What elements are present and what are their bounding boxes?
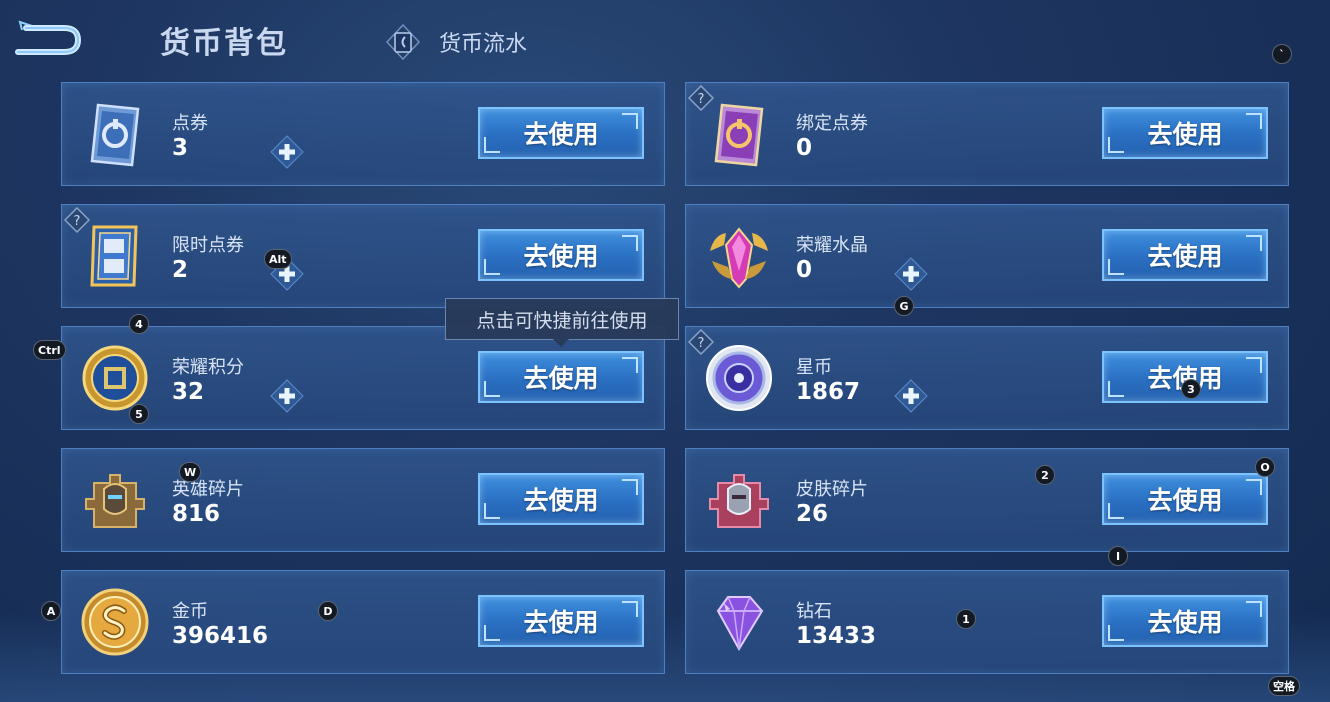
key-hint-badge: G (894, 296, 914, 316)
currency-card-hero-fragment: 英雄碎片 816 去使用 (61, 448, 665, 552)
currency-name: 限时点券 (172, 235, 244, 256)
key-hint-badge: A (41, 601, 61, 621)
currency-count: 1867 (796, 379, 861, 405)
diamond-icon (716, 596, 764, 651)
add-plus-icon[interactable] (270, 135, 304, 169)
key-hint-badge: I (1108, 546, 1128, 566)
key-hint-badge: 5 (129, 404, 149, 424)
use-button[interactable]: 去使用 (478, 107, 644, 159)
star-coin-icon (706, 345, 772, 411)
currency-name: 星币 (796, 357, 832, 378)
key-hint-badge: D (318, 601, 338, 621)
page-title: 货币背包 (160, 26, 288, 61)
coupon-card-icon (90, 103, 140, 167)
use-button[interactable]: 去使用 (1102, 107, 1268, 159)
currency-card-bound-coupon: ? 绑定点券 0 去使用 (685, 82, 1289, 186)
gold-coin-icon (81, 588, 149, 656)
currency-name: 点券 (172, 113, 208, 134)
currency-card-skin-fragment: 皮肤碎片 26 去使用 (685, 448, 1289, 552)
key-hint-badge: 2 (1035, 465, 1055, 485)
ledger-icon (385, 24, 421, 60)
currency-name: 皮肤碎片 (796, 479, 868, 500)
use-button[interactable]: 去使用 (478, 229, 644, 281)
currency-name: 绑定点券 (796, 113, 868, 134)
use-button[interactable]: 去使用 (1102, 473, 1268, 525)
currency-count: 2 (172, 257, 189, 283)
currency-card-coupon: 点券 3 去使用 (61, 82, 665, 186)
currency-history-link[interactable]: 货币流水 (385, 22, 527, 62)
key-hint-badge: 空格 (1268, 676, 1300, 696)
glory-crystal-icon (710, 227, 768, 289)
limited-coupon-icon (90, 225, 138, 287)
use-button[interactable]: 去使用 (1102, 229, 1268, 281)
currency-card-gold-coin: 金币 396416 去使用 (61, 570, 665, 674)
tooltip-arrow (552, 338, 570, 347)
use-button[interactable]: 去使用 (478, 595, 644, 647)
currency-count: 26 (796, 501, 829, 527)
currency-card-glory-points: 荣耀积分 32 去使用 (61, 326, 665, 430)
currency-count: 13433 (796, 623, 877, 649)
key-hint-badge: Alt (264, 249, 292, 269)
key-hint-badge: W (179, 462, 202, 482)
currency-count: 0 (796, 135, 813, 161)
currency-name: 荣耀积分 (172, 357, 244, 378)
currency-count: 3 (172, 135, 189, 161)
currency-count: 396416 (172, 623, 269, 649)
use-button[interactable]: 去使用 (478, 473, 644, 525)
use-button[interactable]: 去使用 (478, 351, 644, 403)
hero-fragment-icon (85, 474, 145, 528)
currency-card-limited-coupon: ? 限时点券 2 去使用 (61, 204, 665, 308)
currency-card-diamond: 钻石 13433 去使用 (685, 570, 1289, 674)
currency-card-glory-crystal: 荣耀水晶 0 去使用 (685, 204, 1289, 308)
key-hint-badge: Ctrl (33, 340, 66, 360)
back-arrow-icon[interactable] (12, 20, 84, 60)
skin-fragment-icon (709, 474, 769, 528)
add-plus-icon[interactable] (894, 257, 928, 291)
glory-points-icon (82, 345, 148, 411)
add-plus-icon[interactable] (894, 379, 928, 413)
key-hint-badge: 1 (956, 609, 976, 629)
use-button[interactable]: 去使用 (1102, 595, 1268, 647)
currency-name: 金币 (172, 601, 208, 622)
currency-card-star-coin: ? 星币 1867 去使用 (685, 326, 1289, 430)
currency-name: 荣耀水晶 (796, 235, 868, 256)
bound-coupon-card-icon (714, 103, 764, 167)
key-hint-badge: ` (1272, 44, 1292, 64)
key-hint-badge: O (1255, 457, 1275, 477)
key-hint-badge: 4 (129, 314, 149, 334)
add-plus-icon[interactable] (270, 379, 304, 413)
key-hint-badge: 3 (1181, 379, 1201, 399)
currency-count: 816 (172, 501, 221, 527)
currency-count: 0 (796, 257, 813, 283)
currency-count: 32 (172, 379, 205, 405)
quick-use-tooltip: 点击可快捷前往使用 (445, 298, 679, 340)
currency-history-label: 货币流水 (439, 32, 528, 57)
currency-name: 钻石 (796, 601, 832, 622)
